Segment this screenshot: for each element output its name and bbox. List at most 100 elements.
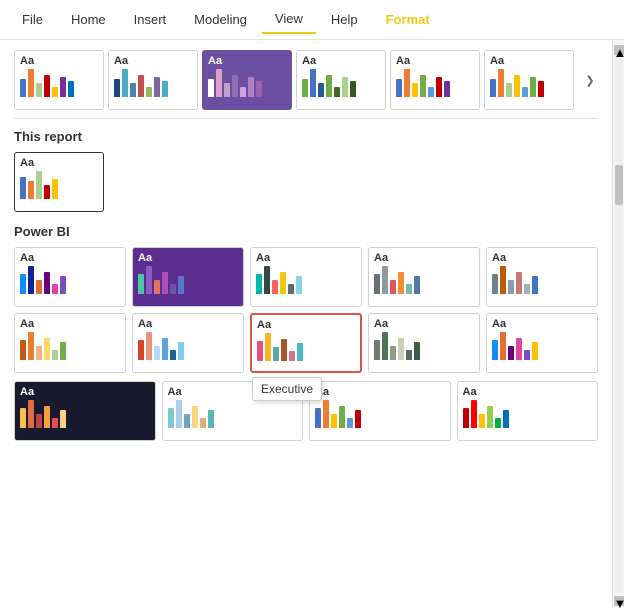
bar [414, 276, 420, 294]
this-report-theme-card[interactable]: Aa [14, 152, 104, 212]
mini-bars [492, 266, 592, 294]
menu-format[interactable]: Format [372, 6, 444, 33]
mini-bars [138, 332, 238, 360]
bar [248, 77, 254, 97]
mini-bars [396, 69, 474, 97]
bar [350, 81, 356, 97]
pbi-theme-card-1[interactable]: Aa [132, 247, 244, 307]
pbi-theme-card-7[interactable]: AaExecutive [250, 313, 362, 373]
bar [170, 350, 176, 360]
pbi-theme-card-8[interactable]: Aa [368, 313, 480, 373]
bar [396, 79, 402, 97]
bar [331, 414, 337, 428]
bar [162, 272, 168, 294]
pbi-theme-card-6[interactable]: Aa [132, 313, 244, 373]
bar [176, 400, 182, 428]
top-themes-row: AaAaAaAaAaAa ❯ [14, 50, 598, 119]
bar [256, 81, 262, 97]
scrollbar[interactable]: ▲ ▼ [612, 40, 624, 607]
bar [280, 272, 286, 294]
bar [20, 79, 26, 97]
bar [281, 339, 287, 361]
bar [146, 332, 152, 360]
pbi-theme-card-2[interactable]: Aa [250, 247, 362, 307]
bar [524, 284, 530, 294]
top-themes-container: AaAaAaAaAaAa [14, 50, 578, 110]
bar [404, 69, 410, 97]
pbi-theme-card-9[interactable]: Aa [486, 313, 598, 373]
top-theme-card-4[interactable]: Aa [390, 50, 480, 110]
pbi-theme-card-4[interactable]: Aa [486, 247, 598, 307]
themes-panel: AaAaAaAaAaAa ❯ This report Aa Power BI A… [0, 40, 612, 607]
menu-insert[interactable]: Insert [120, 6, 181, 33]
bar [374, 274, 380, 294]
bar [532, 342, 538, 360]
bar [414, 342, 420, 360]
menu-modeling[interactable]: Modeling [180, 6, 261, 33]
bar [390, 280, 396, 294]
bar [200, 418, 206, 428]
bar [256, 274, 262, 294]
pbi-theme-card-3[interactable]: Aa [368, 247, 480, 307]
bar [44, 272, 50, 294]
bar [382, 332, 388, 360]
bar [428, 87, 434, 97]
menu-home[interactable]: Home [57, 6, 120, 33]
this-report-bars [20, 171, 98, 199]
menu-file[interactable]: File [8, 6, 57, 33]
this-report-card-container: Aa [14, 152, 598, 212]
pbi-last-theme-card-3[interactable]: Aa [457, 381, 599, 441]
top-theme-card-3[interactable]: Aa [296, 50, 386, 110]
bar [487, 406, 493, 428]
bar [406, 284, 412, 294]
top-theme-card-2[interactable]: Aa [202, 50, 292, 110]
scroll-track [615, 58, 623, 593]
bar [44, 75, 50, 97]
aa-label: Aa [257, 319, 355, 331]
bar [516, 338, 522, 360]
bar [162, 338, 168, 360]
bar [52, 350, 58, 360]
aa-label: Aa [138, 318, 238, 330]
aa-label: Aa [20, 55, 98, 67]
bar [506, 83, 512, 97]
bar [296, 276, 302, 294]
bar [342, 77, 348, 97]
mini-bars [492, 332, 592, 360]
top-theme-card-1[interactable]: Aa [108, 50, 198, 110]
aa-label: Aa [374, 252, 474, 264]
pbi-last-theme-card-2[interactable]: Aa [309, 381, 451, 441]
pbi-last-theme-card-1[interactable]: Aa [162, 381, 304, 441]
bar [154, 77, 160, 97]
scroll-up-btn[interactable]: ▲ [614, 45, 624, 55]
aa-label: Aa [315, 386, 445, 398]
bar [20, 177, 26, 199]
pbi-theme-card-0[interactable]: Aa [14, 247, 126, 307]
scroll-thumb[interactable] [615, 165, 623, 205]
bar [463, 408, 469, 428]
bar [122, 69, 128, 97]
mini-bars [168, 400, 298, 428]
top-row-scroll-btn[interactable]: ❯ [582, 50, 598, 110]
aa-label: Aa [490, 55, 568, 67]
mini-bars [315, 400, 445, 428]
bar [130, 83, 136, 97]
menu-help[interactable]: Help [317, 6, 372, 33]
bar [382, 266, 388, 294]
top-theme-card-5[interactable]: Aa [484, 50, 574, 110]
bar [398, 272, 404, 294]
aa-label: Aa [168, 386, 298, 398]
menu-view[interactable]: View [261, 5, 317, 34]
pbi-last-theme-card-0[interactable]: Aa [14, 381, 156, 441]
mini-bars [490, 69, 568, 97]
last-row-themes-grid: Aa Aa Aa Aa [14, 381, 598, 441]
bar [138, 274, 144, 294]
scroll-down-btn[interactable]: ▼ [614, 596, 624, 606]
pbi-theme-card-5[interactable]: Aa [14, 313, 126, 373]
top-theme-card-0[interactable]: Aa [14, 50, 104, 110]
bar [500, 266, 506, 294]
bar [208, 410, 214, 428]
bar [138, 75, 144, 97]
mini-bars [20, 332, 120, 360]
bar [28, 332, 34, 360]
